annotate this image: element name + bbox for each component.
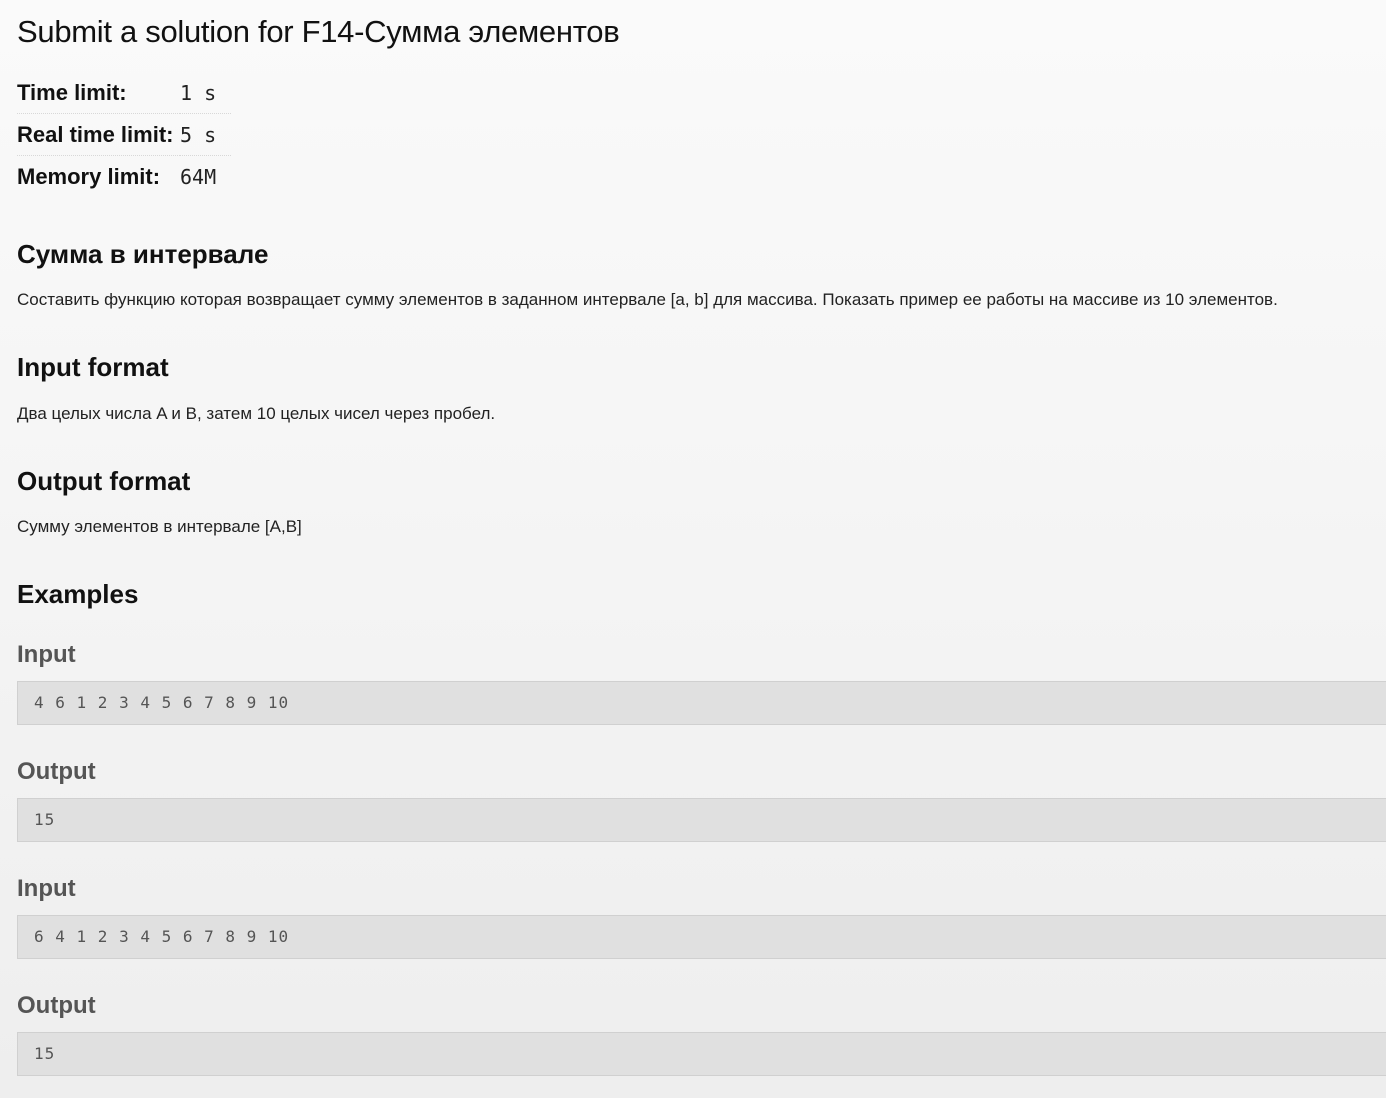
input-format-text: Два целых числа A и B, затем 10 целых чи… (17, 404, 496, 423)
output-format-heading: Output format (17, 466, 191, 496)
real-time-limit-label: Real time limit: (17, 113, 180, 156)
time-limit-value: 1 s (180, 80, 217, 105)
output-format-text: Сумму элементов в интервале [A,B] (17, 517, 302, 536)
limit-row-real-time: Real time limit: 5 s (17, 113, 231, 156)
example-2-output-box[interactable]: 15 (17, 1032, 1386, 1076)
limits-table: Time limit: 1 s Real time limit: 5 s Mem… (17, 72, 231, 197)
limit-row-memory: Memory limit: 64M (17, 155, 231, 197)
example-2-output-label: Output (17, 992, 96, 1019)
memory-limit-value: 64M (180, 155, 231, 197)
examples-heading: Examples (17, 579, 139, 609)
memory-limit-label: Memory limit: (17, 155, 180, 197)
statement-text: Составить функцию которая возвращает сум… (17, 290, 1278, 309)
limit-row-time: Time limit: 1 s (17, 72, 231, 114)
example-1-output-box[interactable]: 15 (17, 798, 1386, 842)
real-time-limit-value: 5 s (180, 113, 231, 156)
example-1-output-label: Output (17, 758, 96, 785)
example-2-input-box[interactable]: 6 4 1 2 3 4 5 6 7 8 9 10 (17, 915, 1386, 959)
time-limit-label: Time limit: (17, 79, 127, 105)
page-title: Submit a solution for F14-Сумма элементо… (17, 14, 620, 49)
example-1-input-label: Input (17, 641, 76, 668)
example-2-input-label: Input (17, 875, 76, 902)
statement-heading: Сумма в интервале (17, 239, 269, 269)
input-format-heading: Input format (17, 352, 169, 382)
example-1-input-box[interactable]: 4 6 1 2 3 4 5 6 7 8 9 10 (17, 681, 1386, 725)
